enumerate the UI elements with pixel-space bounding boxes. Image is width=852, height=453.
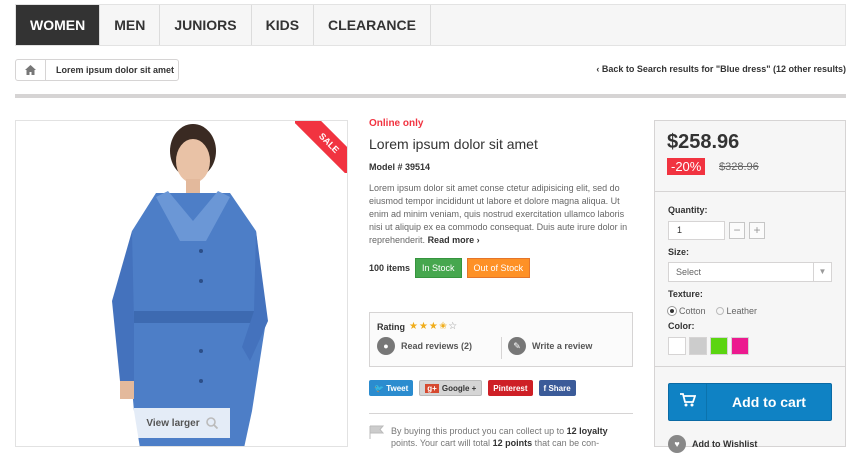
rating-label: Rating: [377, 321, 405, 332]
pinterest-button[interactable]: Pinterest: [488, 380, 533, 396]
social-share: 🐦 Tweet g+ Google + Pinterest f Share: [369, 380, 576, 396]
home-icon: [25, 65, 36, 75]
product-description: Lorem ipsum dolor sit amet conse ctetur …: [369, 182, 634, 247]
add-to-wishlist-link[interactable]: ♥ Add to Wishlist: [668, 435, 757, 453]
radio-unchecked-icon: [715, 307, 724, 315]
chevron-left-icon: ‹: [596, 64, 600, 74]
rating-row: Rating ★★★✬☆: [377, 321, 458, 332]
color-swatch-pink[interactable]: [731, 337, 749, 355]
google-plus-button[interactable]: g+ Google +: [419, 380, 483, 396]
quantity-label: Quantity:: [668, 205, 708, 215]
color-swatch-gray[interactable]: [689, 337, 707, 355]
texture-label-cotton: Cotton: [679, 306, 706, 316]
pencil-icon: ✎: [508, 337, 526, 355]
read-more-label: Read more: [427, 235, 475, 245]
color-label: Color:: [668, 321, 695, 331]
nav-item-kids[interactable]: Kids: [252, 5, 315, 45]
view-larger-label: View larger: [146, 417, 200, 429]
model-label: Model #: [369, 162, 403, 172]
write-review-label: Write a review: [532, 341, 593, 351]
color-swatch-green[interactable]: [710, 337, 728, 355]
facebook-share-button[interactable]: f Share: [538, 380, 576, 396]
quantity-increase-button[interactable]: +: [749, 222, 765, 239]
divider: [15, 94, 846, 98]
rating-box: Rating ★★★✬☆ ● Read reviews (2) ✎ Write …: [369, 312, 633, 367]
loyalty-text-a: By buying this product you can collect u…: [391, 426, 567, 436]
divider: [655, 366, 845, 367]
online-only-label: Online only: [369, 118, 424, 129]
breadcrumb: Lorem ipsum dolor sit amet: [15, 59, 179, 81]
items-count: 100 items: [369, 263, 411, 273]
chevron-down-icon: ▼: [813, 263, 831, 281]
google-plus-icon: g+: [425, 383, 439, 393]
divider: [369, 413, 633, 414]
current-price: $258.96: [667, 131, 740, 153]
texture-options: Cotton Leather: [668, 306, 757, 316]
nav-item-juniors[interactable]: Juniors: [160, 5, 252, 45]
nav-item-clearance[interactable]: Clearance: [314, 5, 431, 45]
google-label: Google +: [441, 383, 477, 393]
heart-icon: ♥: [668, 435, 686, 453]
tweet-label: Tweet: [386, 383, 409, 393]
model-value: 39514: [405, 162, 431, 172]
read-more-link[interactable]: Read more ›: [428, 235, 480, 245]
top-category-nav: Women Men Juniors Kids Clearance: [15, 4, 846, 46]
facebook-label: Share: [548, 383, 571, 393]
buy-panel: $258.96 -20% $328.96 Quantity: 1 − + Siz…: [654, 120, 846, 453]
product-title: Lorem ipsum dolor sit amet: [369, 136, 538, 152]
size-label: Size:: [668, 247, 690, 257]
chevron-right-icon: ›: [476, 235, 480, 245]
nav-item-men[interactable]: Men: [100, 5, 161, 45]
star-rating-icon: ★★★✬☆: [409, 321, 459, 332]
facebook-icon: f: [543, 383, 547, 393]
cart-icon: [669, 384, 707, 420]
loyalty-points: 12 loyalty: [566, 426, 608, 436]
tweet-button[interactable]: 🐦 Tweet: [369, 380, 414, 396]
loyalty-info: By buying this product you can collect u…: [369, 425, 633, 449]
texture-option-leather[interactable]: Leather: [715, 306, 758, 316]
read-reviews-label: Read reviews (2): [401, 341, 473, 351]
view-larger-button[interactable]: View larger: [134, 408, 230, 438]
wishlist-label: Add to Wishlist: [692, 439, 758, 449]
divider: [655, 191, 845, 192]
sale-ribbon: SALE: [295, 121, 347, 173]
quantity-input[interactable]: 1: [668, 221, 725, 240]
sale-ribbon-label: SALE: [295, 121, 347, 173]
add-to-cart-label: Add to cart: [732, 394, 806, 410]
back-to-search-link[interactable]: ‹ Back to Search results for "Blue dress…: [596, 64, 846, 74]
texture-label-leather: Leather: [726, 306, 758, 316]
magnifier-icon: [205, 417, 218, 429]
read-reviews-link[interactable]: ● Read reviews (2): [377, 337, 472, 355]
size-selected: Select: [676, 267, 702, 277]
back-link-text: Back to Search results for "Blue dress" …: [601, 64, 846, 74]
pinterest-label: Pinterest: [493, 383, 528, 393]
color-swatches: [668, 337, 749, 355]
radio-checked-icon: [668, 307, 676, 315]
flag-icon: [369, 425, 385, 439]
divider: [501, 337, 502, 359]
speech-bubble-icon: ●: [377, 337, 395, 355]
breadcrumb-current: Lorem ipsum dolor sit amet: [56, 65, 175, 75]
stock-status: 100 items In Stock Out of Stock: [369, 258, 531, 278]
add-to-cart-button[interactable]: Add to cart: [668, 383, 832, 421]
description-text: Lorem ipsum dolor sit amet conse ctetur …: [369, 183, 628, 245]
twitter-icon: 🐦: [374, 383, 384, 393]
in-stock-badge: In Stock: [415, 258, 462, 278]
color-swatch-white[interactable]: [668, 337, 686, 355]
old-price: $328.96: [719, 161, 759, 173]
nav-item-women[interactable]: Women: [16, 5, 101, 45]
product-image[interactable]: SALE View larger: [15, 120, 348, 447]
model-number: Model # 39514: [369, 162, 430, 172]
texture-label: Texture:: [668, 289, 703, 299]
quantity-decrease-button[interactable]: −: [729, 222, 745, 239]
out-of-stock-badge: Out of Stock: [466, 258, 531, 278]
size-select[interactable]: Select ▼: [668, 262, 832, 282]
discount-badge: -20%: [667, 158, 706, 175]
breadcrumb-home[interactable]: [16, 60, 46, 80]
texture-option-cotton[interactable]: Cotton: [668, 306, 706, 316]
write-review-link[interactable]: ✎ Write a review: [508, 337, 592, 355]
